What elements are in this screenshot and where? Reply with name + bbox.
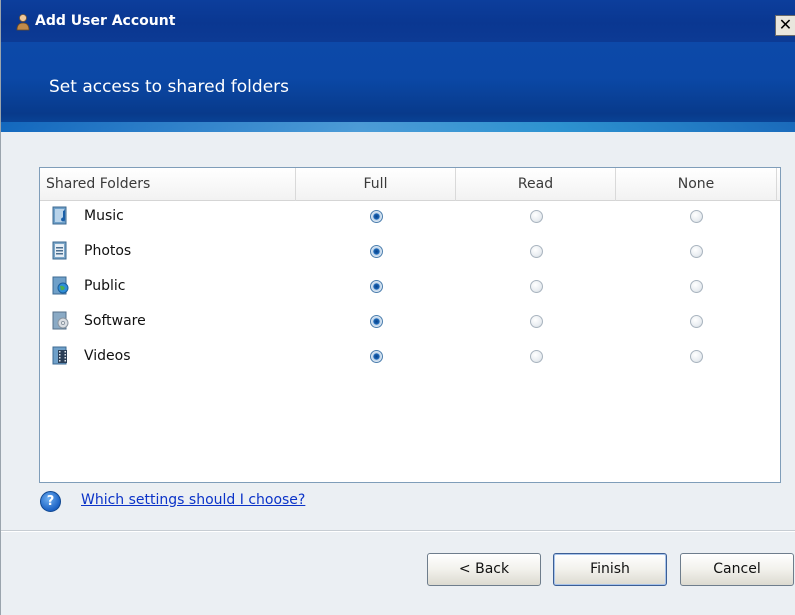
radio-full-software[interactable]: [370, 315, 383, 328]
radio-full-public[interactable]: [370, 280, 383, 293]
column-header-full[interactable]: Full: [296, 168, 456, 201]
column-header-shared-folders[interactable]: Shared Folders: [40, 168, 296, 201]
list-item-videos[interactable]: Videos: [40, 346, 780, 381]
radio-read-photos[interactable]: [530, 245, 543, 258]
radio-full-videos[interactable]: [370, 350, 383, 363]
column-header-none[interactable]: None: [616, 168, 777, 201]
radio-none-music[interactable]: [690, 210, 703, 223]
page-title: Set access to shared folders: [49, 77, 290, 97]
folder-name: Photos: [84, 243, 132, 259]
help-link[interactable]: Which settings should I choose?: [81, 492, 305, 508]
divider: [1, 530, 795, 532]
column-header-read[interactable]: Read: [456, 168, 616, 201]
videos-folder-icon: [52, 346, 67, 365]
list-item-public[interactable]: Public: [40, 276, 780, 311]
music-folder-icon: [52, 206, 67, 225]
back-button[interactable]: < Back: [427, 553, 541, 586]
user-icon: [16, 14, 30, 31]
radio-full-photos[interactable]: [370, 245, 383, 258]
list-item-software[interactable]: Software: [40, 311, 780, 346]
radio-read-public[interactable]: [530, 280, 543, 293]
radio-read-videos[interactable]: [530, 350, 543, 363]
photos-folder-icon: [52, 241, 67, 260]
add-user-account-dialog: Add User Account ✕ Set access to shared …: [0, 0, 795, 615]
folder-name: Public: [84, 278, 126, 294]
list-item-photos[interactable]: Photos: [40, 241, 780, 276]
list-item-music[interactable]: Music: [40, 206, 780, 241]
radio-full-music[interactable]: [370, 210, 383, 223]
radio-none-photos[interactable]: [690, 245, 703, 258]
close-button[interactable]: ✕: [775, 15, 795, 36]
radio-none-public[interactable]: [690, 280, 703, 293]
window-title: Add User Account: [35, 13, 176, 29]
help-icon[interactable]: ?: [40, 491, 61, 512]
radio-none-videos[interactable]: [690, 350, 703, 363]
shared-folders-list[interactable]: Shared Folders Full Read None Music Phot…: [39, 167, 781, 483]
header-banner: Set access to shared folders: [1, 42, 795, 132]
list-header: Shared Folders Full Read None: [40, 168, 780, 201]
radio-none-software[interactable]: [690, 315, 703, 328]
public-folder-icon: [52, 276, 69, 295]
radio-read-software[interactable]: [530, 315, 543, 328]
folder-name: Videos: [84, 348, 131, 364]
finish-button[interactable]: Finish: [553, 553, 667, 586]
folder-name: Software: [84, 313, 146, 329]
radio-read-music[interactable]: [530, 210, 543, 223]
folder-name: Music: [84, 208, 124, 224]
cancel-button[interactable]: Cancel: [680, 553, 794, 586]
close-icon: ✕: [778, 15, 793, 34]
title-bar[interactable]: Add User Account ✕: [1, 0, 795, 42]
software-folder-icon: [52, 311, 69, 330]
